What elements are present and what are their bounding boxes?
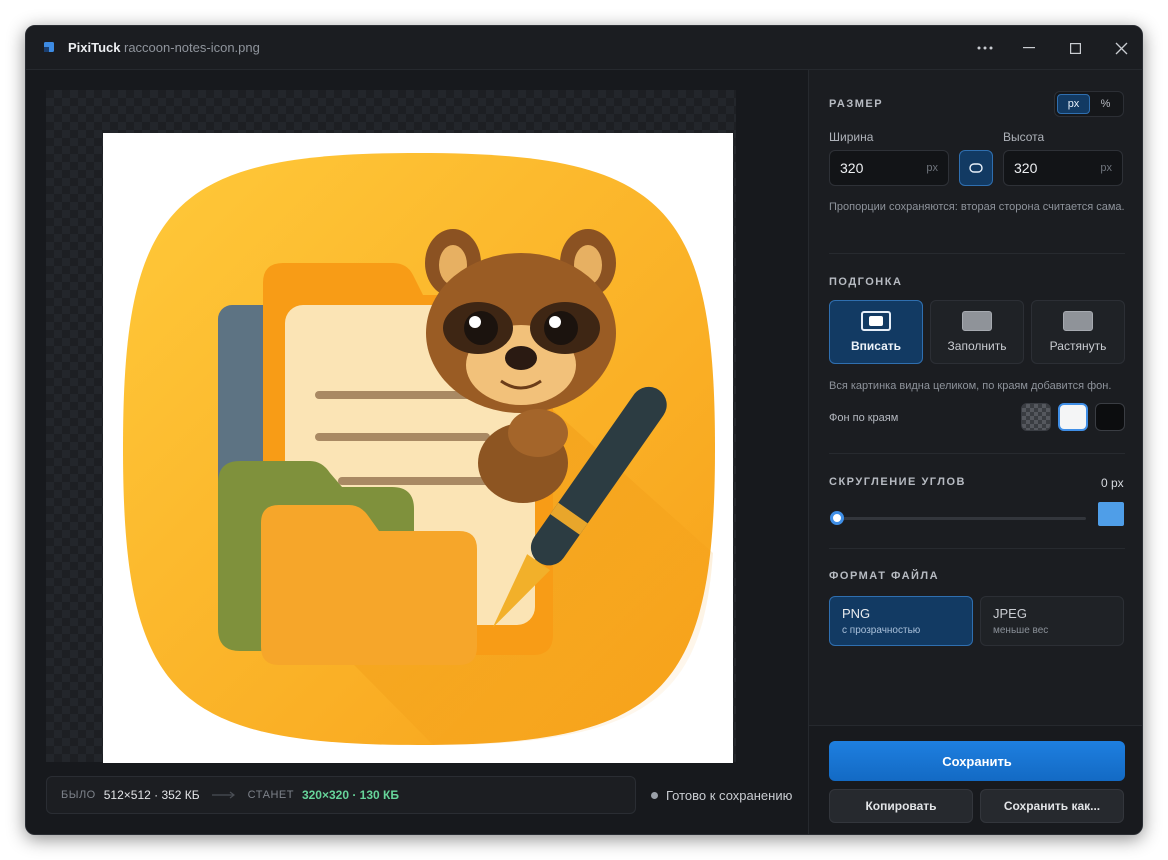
fit-fill-icon xyxy=(962,311,992,331)
format-png-button[interactable]: PNG с прозрачностью xyxy=(829,596,973,646)
close-icon xyxy=(1115,42,1127,54)
bg-label: Фон по краям xyxy=(829,412,899,424)
width-label: Ширина xyxy=(829,130,874,144)
close-button[interactable] xyxy=(1098,26,1142,70)
before-label: БЫЛО xyxy=(61,789,96,801)
height-input[interactable]: 320 px xyxy=(1003,150,1123,186)
fit-stretch-button[interactable]: Растянуть xyxy=(1031,300,1125,364)
canvas-area: БЫЛО 512×512 · 352 КБ СТАНЕТ 320×320 · 1… xyxy=(26,70,808,834)
actions-footer: Сохранить Копировать Сохранить как... xyxy=(809,725,1142,834)
minimize-button[interactable] xyxy=(1006,26,1052,70)
before-value: 512×512 · 352 КБ xyxy=(103,788,200,802)
status-text: Готово к сохранению xyxy=(666,788,793,803)
size-section-title: РАЗМЕР xyxy=(829,98,884,110)
maximize-icon xyxy=(1069,42,1081,54)
save-button[interactable]: Сохранить xyxy=(829,741,1125,781)
more-button[interactable] xyxy=(962,26,1008,70)
image-preview[interactable] xyxy=(103,133,733,763)
corner-section-title: СКРУГЛЕНИЕ УГЛОВ xyxy=(829,476,966,488)
more-dots-icon xyxy=(977,46,993,50)
status-indicator: Готово к сохранению xyxy=(651,788,792,803)
corner-value: 0 px xyxy=(1101,476,1124,490)
bg-black-swatch[interactable] xyxy=(1095,403,1125,431)
maximize-button[interactable] xyxy=(1052,26,1098,70)
unit-percent-button[interactable]: % xyxy=(1090,94,1121,114)
fit-fill-button[interactable]: Заполнить xyxy=(930,300,1024,364)
divider xyxy=(829,453,1125,454)
link-proportions-button[interactable] xyxy=(959,150,993,186)
format-png-name: PNG xyxy=(842,606,871,621)
after-value: 320×320 · 130 КБ xyxy=(301,788,399,802)
minimize-icon xyxy=(1023,47,1035,49)
unit-px-button[interactable]: px xyxy=(1057,94,1090,114)
save-as-button[interactable]: Сохранить как... xyxy=(980,789,1124,823)
link-icon xyxy=(969,163,983,173)
fit-stretch-icon xyxy=(1063,311,1093,331)
settings-panel: РАЗМЕР px % Ширина Высота 320 px 320 px … xyxy=(808,70,1142,834)
width-input[interactable]: 320 px xyxy=(829,150,949,186)
width-unit: px xyxy=(926,162,938,174)
divider xyxy=(829,548,1125,549)
format-jpeg-name: JPEG xyxy=(993,606,1027,621)
fit-contain-button[interactable]: Вписать xyxy=(829,300,923,364)
format-png-sub: с прозрачностью xyxy=(842,625,921,636)
file-name: raccoon-notes-icon.png xyxy=(124,40,260,55)
arrow-right-icon xyxy=(211,791,235,799)
size-comparison-bar: БЫЛО 512×512 · 352 КБ СТАНЕТ 320×320 · 1… xyxy=(46,776,636,814)
format-jpeg-sub: меньше вес xyxy=(993,625,1049,636)
bg-white-swatch[interactable] xyxy=(1058,403,1088,431)
app-window: PixiTuck raccoon-notes-icon.png БЫЛО 512… xyxy=(25,25,1143,835)
raccoon-notes-artwork xyxy=(123,153,715,745)
fit-hint: Вся картинка видна целиком, по краям доб… xyxy=(829,380,1112,392)
corner-slider-track[interactable] xyxy=(834,517,1086,520)
corner-slider-thumb[interactable] xyxy=(830,511,844,525)
fit-fill-label: Заполнить xyxy=(947,339,1007,353)
format-jpeg-button[interactable]: JPEG меньше вес xyxy=(980,596,1124,646)
bg-transparent-swatch[interactable] xyxy=(1021,403,1051,431)
width-value: 320 xyxy=(840,160,864,176)
app-logo-icon xyxy=(44,42,54,52)
corner-preview-color xyxy=(1098,502,1124,526)
app-name: PixiTuck xyxy=(68,40,121,55)
height-unit: px xyxy=(1100,162,1112,174)
title-bar: PixiTuck raccoon-notes-icon.png xyxy=(26,26,1142,70)
status-dot-icon xyxy=(651,792,658,799)
height-value: 320 xyxy=(1014,160,1038,176)
fit-contain-icon xyxy=(861,311,891,331)
height-label: Высота xyxy=(1003,130,1045,144)
fit-section-title: ПОДГОНКА xyxy=(829,276,903,288)
format-section-title: ФОРМАТ ФАЙЛА xyxy=(829,570,940,582)
size-hint: Пропорции сохраняются: вторая сторона сч… xyxy=(829,201,1125,213)
fit-stretch-label: Растянуть xyxy=(1049,339,1107,353)
fit-contain-label: Вписать xyxy=(850,339,902,353)
after-label: СТАНЕТ xyxy=(247,789,294,801)
unit-toggle: px % xyxy=(1054,91,1124,117)
copy-button[interactable]: Копировать xyxy=(829,789,973,823)
divider xyxy=(829,253,1125,254)
